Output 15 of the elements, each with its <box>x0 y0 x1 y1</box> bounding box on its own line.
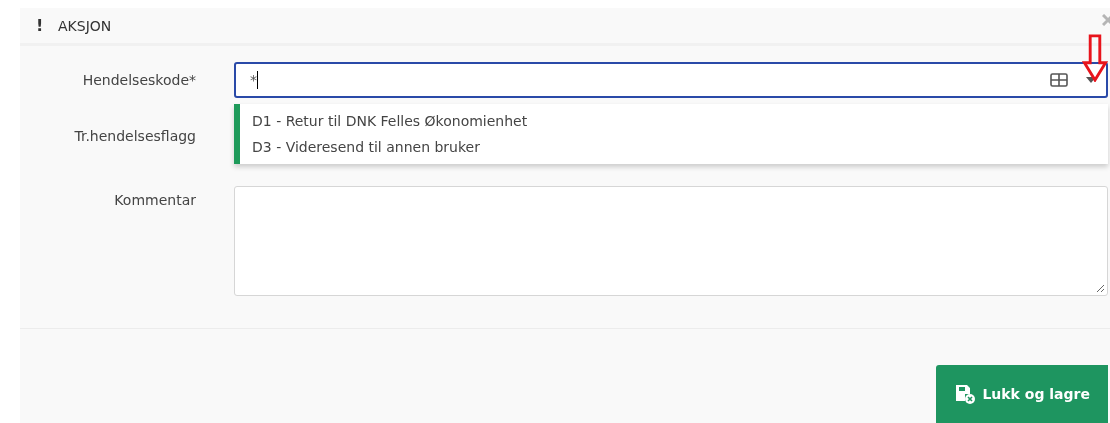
dropdown-option[interactable]: D3 - Videresend til annen bruker <box>240 134 1108 160</box>
down-arrow-icon <box>1082 34 1108 82</box>
dialog-title: AKSJON <box>58 17 112 34</box>
field-label: Tr.hendelsesflagg <box>73 127 196 144</box>
table-icon[interactable] <box>1050 73 1068 87</box>
save-close-icon <box>954 383 977 405</box>
dropdown-caret-icon[interactable] <box>1086 77 1096 83</box>
field-label: Hendelseskode* <box>81 71 196 88</box>
exclamation-icon: ! <box>36 16 58 35</box>
comment-field[interactable] <box>234 186 1108 296</box>
dropdown-option[interactable]: D1 - Retur til DNK Felles Økonomienhet <box>240 108 1108 134</box>
code-combo-field[interactable]: * <box>234 62 1108 98</box>
field-label: Kommentar <box>113 191 196 208</box>
close-and-save-button[interactable]: Lukk og lagre <box>936 365 1108 423</box>
resize-handle-icon[interactable] <box>1096 284 1105 293</box>
